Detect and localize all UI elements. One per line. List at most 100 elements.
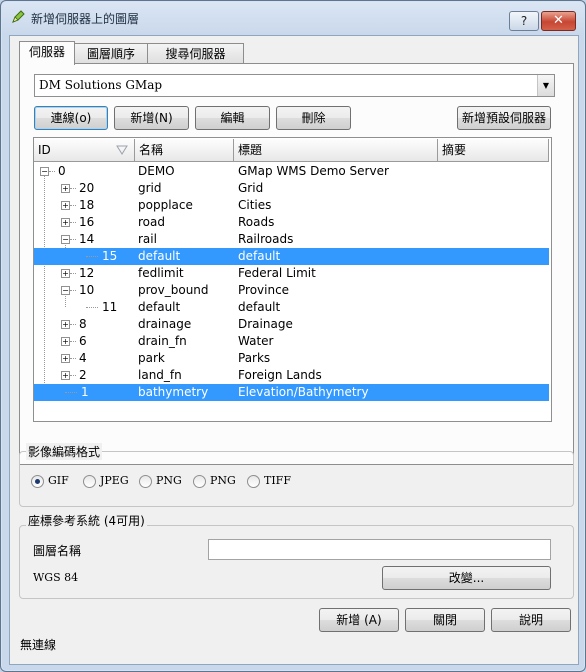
cell-name: fedlimit — [138, 266, 184, 280]
cell-title: Parks — [238, 351, 271, 365]
tree-guide-line — [70, 188, 76, 190]
server-select[interactable]: DM Solutions GMap ▼ — [34, 74, 555, 97]
cell-name: prov_bound — [138, 283, 209, 297]
crs-current-value: WGS 84 — [33, 571, 79, 584]
table-row[interactable]: −0 DEMO GMap WMS Demo Server — [34, 163, 549, 180]
column-header-abstract[interactable]: 摘要 — [438, 139, 549, 162]
tree-guide-line — [86, 256, 98, 258]
change-crs-button[interactable]: 改變... — [382, 566, 551, 590]
collapse-icon[interactable]: − — [61, 286, 70, 295]
table-row[interactable]: +6 drain_fn Water — [34, 333, 549, 350]
tree-guide-line — [70, 341, 76, 343]
cell-title: default — [238, 249, 281, 263]
cell-id: 11 — [102, 300, 118, 314]
expand-icon[interactable]: + — [61, 371, 70, 380]
dialog-window: 新增伺服器上的圖層 ? ✕ 伺服器 圖層順序 搜尋伺服器 DM Solution… — [0, 0, 586, 672]
cell-title: Foreign Lands — [238, 368, 322, 382]
format-radio-gif[interactable] — [31, 475, 44, 488]
expand-icon[interactable]: + — [61, 201, 70, 210]
column-header-id[interactable]: ID — [34, 139, 135, 162]
help-button[interactable]: 說明 — [491, 608, 571, 632]
expand-icon[interactable]: + — [61, 354, 70, 363]
tree-guide-line — [70, 290, 76, 292]
title-bar: 新增伺服器上的圖層 ? ✕ — [1, 1, 585, 35]
column-header-title[interactable]: 標題 — [234, 139, 438, 162]
cell-id: 0 — [58, 164, 66, 178]
qgis-pencil-icon — [12, 10, 25, 23]
cell-name: drain_fn — [138, 334, 187, 348]
close-window-button[interactable]: ✕ — [541, 11, 576, 31]
format-radio-jpeg[interactable] — [83, 475, 96, 488]
cell-name: grid — [138, 181, 162, 195]
tree-guide-line — [70, 222, 76, 224]
format-radio-png[interactable] — [139, 475, 152, 488]
table-row[interactable]: 1 bathymetry Elevation/Bathymetry — [34, 384, 549, 401]
table-row[interactable]: +16 road Roads — [34, 214, 549, 231]
expand-icon[interactable]: + — [61, 320, 70, 329]
cell-title: Railroads — [238, 232, 294, 246]
tree-guide-line — [70, 358, 76, 360]
cell-title: Federal Limit — [238, 266, 316, 280]
table-row[interactable]: +20 grid Grid — [34, 180, 549, 197]
crs-group-title: 座標參考系統 (4可用) — [26, 512, 147, 529]
cell-name: default — [138, 249, 181, 263]
expand-icon[interactable]: + — [61, 337, 70, 346]
table-row[interactable]: +12 fedlimit Federal Limit — [34, 265, 549, 282]
close-button[interactable]: 關閉 — [405, 608, 485, 632]
table-row[interactable]: +18 popplace Cities — [34, 197, 549, 214]
cell-title: default — [238, 300, 281, 314]
new-server-button[interactable]: 新增(N) — [114, 106, 189, 130]
expand-icon[interactable]: + — [61, 218, 70, 227]
tab-search-servers[interactable]: 搜尋伺服器 — [147, 43, 244, 64]
tab-servers[interactable]: 伺服器 — [19, 41, 75, 65]
column-header-name[interactable]: 名稱 — [135, 139, 234, 162]
cell-id: 18 — [79, 198, 95, 212]
table-row[interactable]: 15 default default — [34, 248, 549, 265]
tree-guide-line — [70, 324, 76, 326]
edit-server-button[interactable]: 編輯 — [195, 106, 270, 130]
tab-layer-order[interactable]: 圖層順序 — [74, 43, 148, 64]
cell-title: Roads — [238, 215, 275, 229]
cell-id: 1 — [81, 385, 89, 399]
status-label: 無連線 — [20, 638, 57, 652]
chevron-down-icon[interactable]: ▼ — [537, 75, 554, 96]
cell-id: 6 — [79, 334, 87, 348]
table-row[interactable]: −14 rail Railroads — [34, 231, 549, 248]
cell-title: Water — [238, 334, 274, 348]
cell-id: 16 — [79, 215, 95, 229]
cell-id: 8 — [79, 317, 87, 331]
table-row[interactable]: +8 drainage Drainage — [34, 316, 549, 333]
collapse-icon[interactable]: − — [61, 235, 70, 244]
delete-server-button[interactable]: 刪除 — [276, 106, 351, 130]
cell-id: 4 — [79, 351, 87, 365]
cell-title: Province — [238, 283, 290, 297]
cell-id: 14 — [79, 232, 95, 246]
format-radio-tiff[interactable] — [247, 475, 260, 488]
cell-title: Drainage — [238, 317, 293, 331]
add-default-servers-button[interactable]: 新增預設伺服器 — [457, 106, 551, 130]
expand-icon[interactable]: + — [61, 269, 70, 278]
layer-name-input[interactable] — [208, 539, 551, 560]
help-title-button[interactable]: ? — [509, 11, 539, 31]
cell-id: 12 — [79, 266, 95, 280]
collapse-icon[interactable]: − — [40, 167, 49, 176]
window-title: 新增伺服器上的圖層 — [31, 12, 140, 26]
table-row[interactable]: −10 prov_bound Province — [34, 282, 549, 299]
cell-id: 2 — [79, 368, 87, 382]
add-layers-button[interactable]: 新增 (A) — [319, 608, 399, 632]
table-row[interactable]: 11 default default — [34, 299, 549, 316]
layers-tree[interactable]: ID 名稱 標題 摘要 −0 DEMO GMap WMS Demo Server +2… — [33, 137, 552, 422]
tree-guide-line — [49, 171, 55, 173]
table-row[interactable]: +4 park Parks — [34, 350, 549, 367]
format-label-tiff: TIFF — [264, 474, 291, 487]
dialog-client-area: 伺服器 圖層順序 搜尋伺服器 DM Solutions GMap ▼ 連線(o)… — [9, 35, 579, 665]
format-label-gif: GIF — [48, 474, 69, 487]
expand-icon[interactable]: + — [61, 184, 70, 193]
cell-name: land_fn — [138, 368, 182, 382]
layer-name-label: 圖層名稱 — [33, 544, 82, 558]
table-row[interactable]: +2 land_fn Foreign Lands — [34, 367, 549, 384]
connect-button[interactable]: 連線(o) — [34, 106, 108, 130]
format-radio-png-2[interactable] — [193, 475, 206, 488]
tree-guide-line — [65, 392, 77, 394]
tree-guide-line — [70, 273, 76, 275]
